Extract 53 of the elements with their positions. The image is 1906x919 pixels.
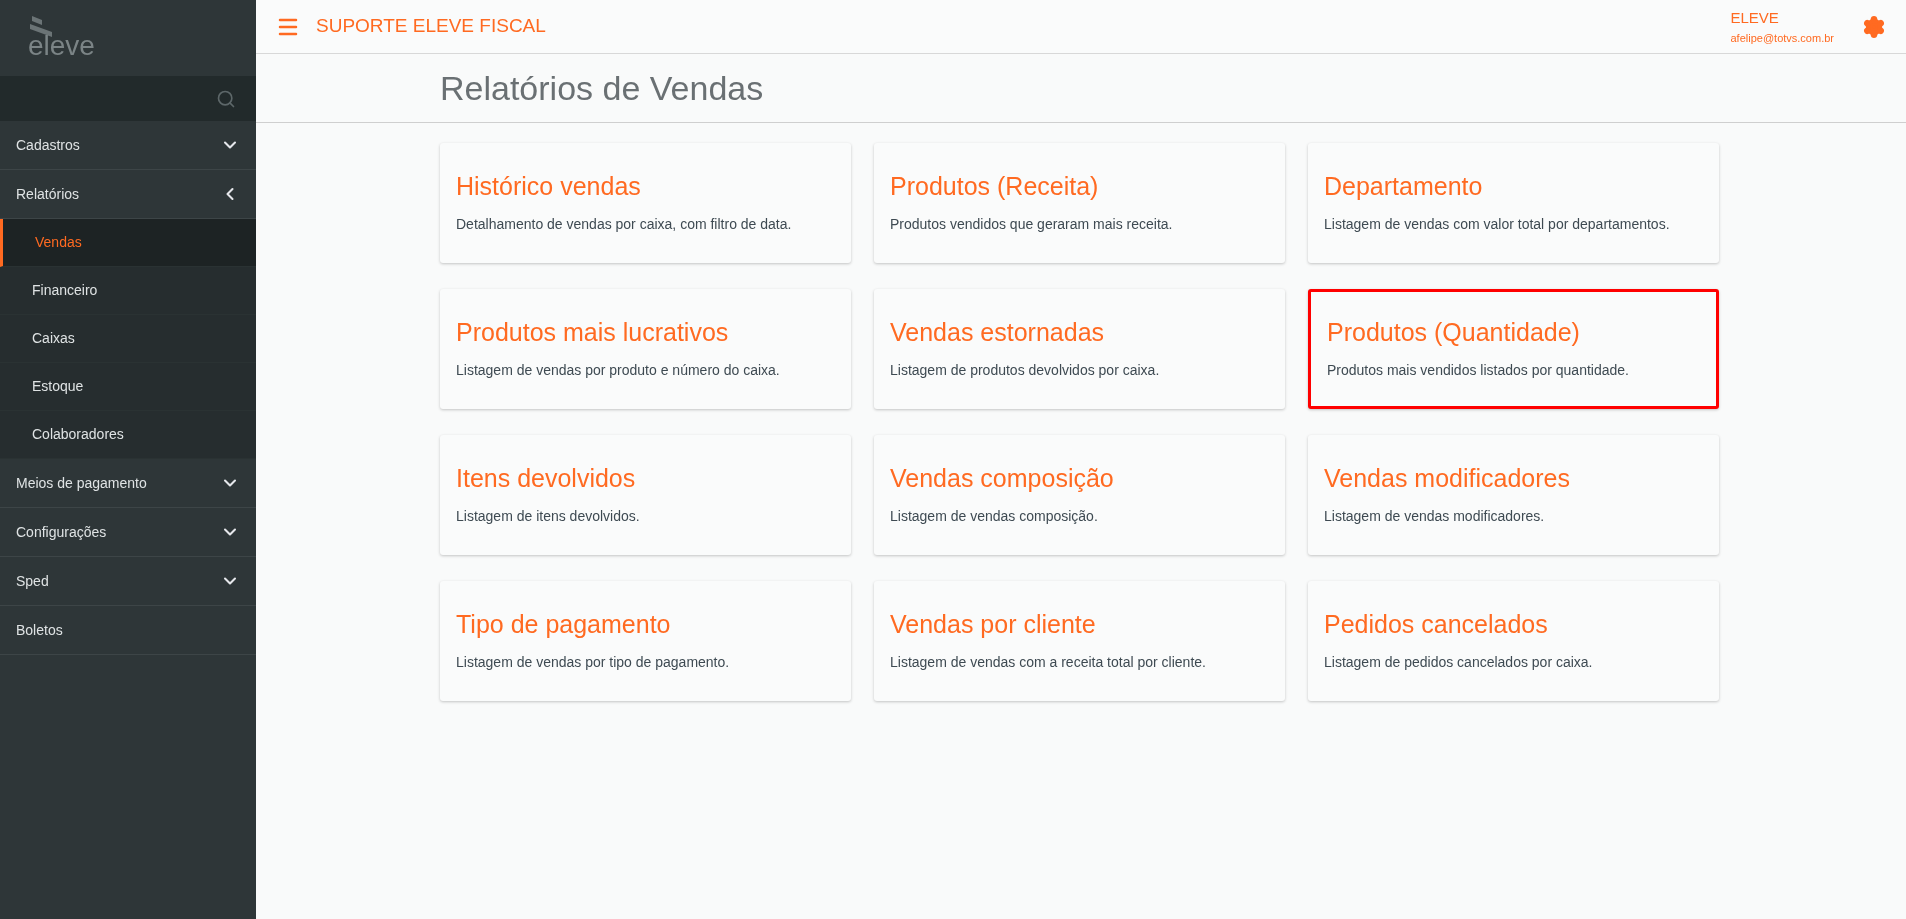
card-description: Listagem de vendas com a receita total por cliente. bbox=[890, 653, 1207, 673]
card-title: Pedidos cancelados bbox=[1324, 608, 1549, 640]
report-card[interactable]: Pedidos cancelados Listagem de pedidos cancelados por caixa. bbox=[1308, 581, 1719, 701]
report-card[interactable]: Itens devolvidos Listagem de itens devolvidos. bbox=[440, 435, 851, 555]
card-title: Vendas por cliente bbox=[890, 608, 1097, 640]
sidebar-menu-item[interactable]: Boletos bbox=[0, 606, 256, 655]
sidebar-submenu-item[interactable]: Colaboradores bbox=[0, 411, 256, 459]
card-description: Detalhamento de vendas por caixa, com filtro de data. bbox=[456, 215, 793, 235]
card-description: Listagem de vendas por produto e número do caixa. bbox=[456, 361, 781, 381]
card-title: Tipo de pagamento bbox=[456, 608, 672, 640]
card-title: Produtos (Quantidade) bbox=[1327, 316, 1581, 348]
sidebar-submenu-item[interactable]: Financeiro bbox=[0, 267, 256, 315]
card-title: Departamento bbox=[1324, 170, 1484, 202]
card-description: Produtos mais vendidos listados por quantidade. bbox=[1327, 361, 1630, 381]
card-title: Histórico vendas bbox=[456, 170, 642, 202]
sidebar-menu-item[interactable]: Cadastros bbox=[0, 121, 256, 170]
card-title: Produtos (Receita) bbox=[890, 170, 1100, 202]
report-card[interactable]: Vendas por cliente Listagem de vendas com a receita total por cliente. bbox=[874, 581, 1285, 701]
sidebar-menu-item[interactable]: Configurações bbox=[0, 508, 256, 557]
card-title: Itens devolvidos bbox=[456, 462, 637, 494]
card-title: Vendas estornadas bbox=[890, 316, 1106, 348]
card-description: Listagem de vendas com valor total por departamentos. bbox=[1324, 215, 1671, 235]
card-title: Vendas modificadores bbox=[1324, 462, 1571, 494]
user-email: afelipe@totvs.com.br bbox=[1730, 30, 1834, 46]
settings-icon[interactable] bbox=[1862, 14, 1886, 39]
app-title: SUPORTE ELEVE FISCAL bbox=[316, 14, 546, 39]
sidebar-menu-item[interactable]: Meios de pagamento bbox=[0, 459, 256, 508]
card-title: Produtos mais lucrativos bbox=[456, 316, 730, 348]
report-card[interactable]: Vendas composição Listagem de vendas composição. bbox=[874, 435, 1285, 555]
report-card[interactable]: Produtos (Receita) Produtos vendidos que geraram mais receita. bbox=[874, 143, 1285, 263]
card-description: Listagem de vendas composição. bbox=[890, 507, 1099, 527]
report-card[interactable]: Histórico vendas Detalhamento de vendas por caixa, com filtro de data. bbox=[440, 143, 851, 263]
report-card[interactable]: Produtos mais lucrativos Listagem de vendas por produto e número do caixa. bbox=[440, 289, 851, 409]
card-description: Listagem de vendas por tipo de pagamento. bbox=[456, 653, 731, 673]
card-description: Listagem de produtos devolvidos por caixa. bbox=[890, 361, 1161, 381]
card-description: Produtos vendidos que geraram mais receita. bbox=[890, 215, 1174, 235]
report-card[interactable]: Departamento Listagem de vendas com valor total por departamentos. bbox=[1308, 143, 1719, 263]
search-icon[interactable] bbox=[216, 88, 236, 109]
sidebar-submenu-item[interactable]: Estoque bbox=[0, 363, 256, 411]
logo: eleve bbox=[28, 32, 95, 60]
card-description: Listagem de itens devolvidos. bbox=[456, 507, 641, 527]
page-title: Relatórios de Vendas bbox=[440, 67, 764, 109]
sidebar-submenu-item[interactable]: Vendas bbox=[0, 219, 256, 267]
card-title: Vendas composição bbox=[890, 462, 1115, 494]
report-card[interactable]: Produtos (Quantidade) Produtos mais vendidos listados por quantidade. bbox=[1308, 289, 1719, 409]
report-card[interactable]: Vendas estornadas Listagem de produtos devolvidos por caixa. bbox=[874, 289, 1285, 409]
report-card[interactable]: Vendas modificadores Listagem de vendas modificadores. bbox=[1308, 435, 1719, 555]
report-card[interactable]: Tipo de pagamento Listagem de vendas por tipo de pagamento. bbox=[440, 581, 851, 701]
card-description: Listagem de pedidos cancelados por caixa. bbox=[1324, 653, 1594, 673]
sidebar-menu-item[interactable]: Sped bbox=[0, 557, 256, 606]
sidebar-submenu-item[interactable]: Caixas bbox=[0, 315, 256, 363]
card-description: Listagem de vendas modificadores. bbox=[1324, 507, 1546, 527]
user-name: ELEVE bbox=[1730, 8, 1780, 28]
